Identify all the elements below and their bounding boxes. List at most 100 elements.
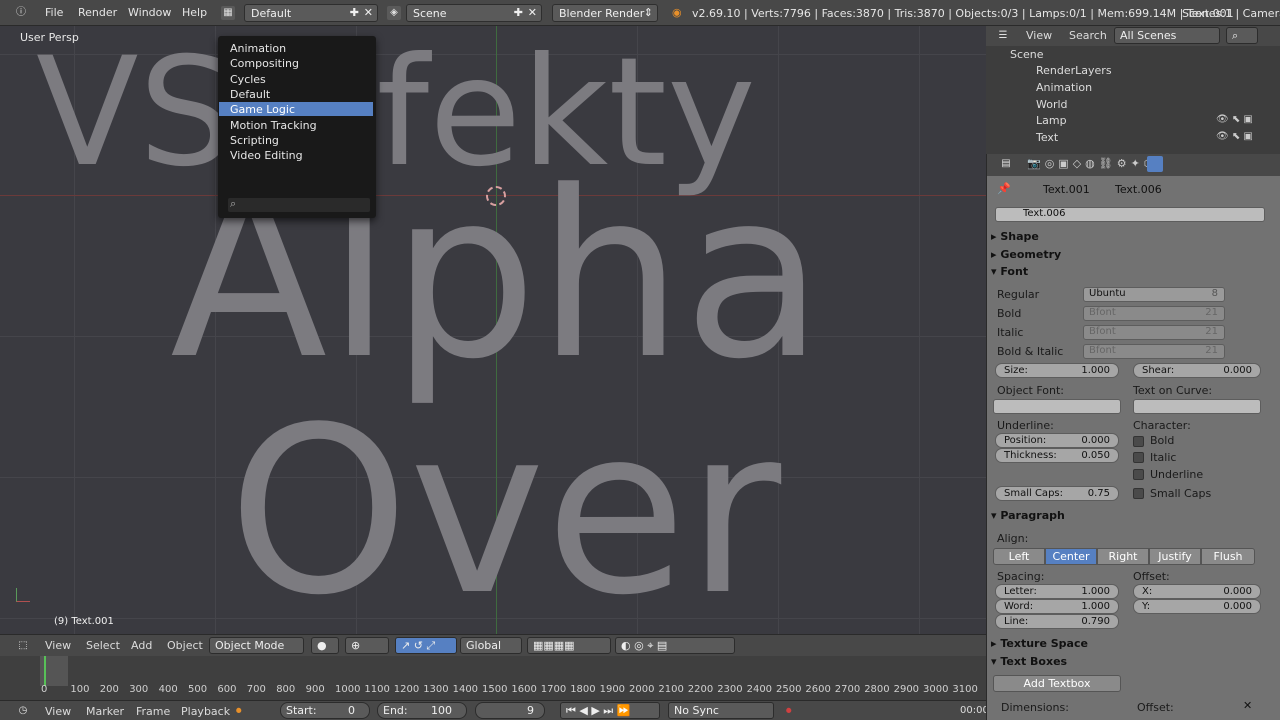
menu-render[interactable]: Render [78,6,117,19]
menu-window[interactable]: Window [128,6,171,19]
screen-layout-field[interactable]: Default ✚ ✕ [244,4,378,22]
layout-item-cycles[interactable]: Cycles [230,73,266,86]
scene-field[interactable]: Scene ✚ ✕ [406,4,542,22]
outliner-search-menu[interactable]: Search [1069,29,1107,42]
editor-type-icon[interactable]: ▤ [999,157,1013,171]
orientation-select[interactable]: Global [460,637,522,654]
end-frame-field[interactable]: End: 100 [377,702,467,719]
properties-editor[interactable]: ▤ 📷◎▣◇◍⛓⚙✦⬡ 📌 Text.001 Text.006 Text.006… [986,154,1280,720]
outliner-item-renderlayers[interactable]: RenderLayers [1036,64,1112,77]
align-right-button[interactable]: Right [1097,548,1149,565]
layout-item-motion-tracking[interactable]: Motion Tracking [230,119,317,132]
outliner-item-lamp[interactable]: Lamp [1036,114,1067,127]
font-bold-field[interactable]: Bfont 21 [1083,306,1225,321]
menu-search-field[interactable]: ⌕ [228,197,370,212]
section-shape[interactable]: ▸ Shape [991,230,1277,248]
font-regular-field[interactable]: Ubuntu 8 [1083,287,1225,302]
align-flush-button[interactable]: Flush [1201,548,1255,565]
snap-controls[interactable]: ◐ ◎ ⌖ ▤ [615,637,735,654]
section-font[interactable]: ▾ Font [991,265,1277,283]
mode-select[interactable]: Object Mode [209,637,304,654]
3d-viewport[interactable]: User Persp VS Efekty Alpha Over (9) Text… [0,26,986,634]
layers-grid[interactable]: ▦▦▦▦ [527,637,611,654]
menu-help[interactable]: Help [182,6,207,19]
position-field[interactable]: Position: 0.000 [995,433,1119,448]
add-icon[interactable]: ✚ [350,6,359,19]
current-frame-field[interactable]: 9 [475,702,545,719]
align-justify-button[interactable]: Justify [1149,548,1201,565]
3d-cursor-icon[interactable] [486,186,506,206]
layout-item-animation[interactable]: Animation [230,42,286,55]
layout-item-default[interactable]: Default [230,88,270,101]
autokey-icon[interactable]: ⏺ [786,704,792,718]
letter-field[interactable]: Letter: 1.000 [995,584,1119,599]
tl-view-menu[interactable]: View [45,705,71,718]
layout-item-video-editing[interactable]: Video Editing [230,149,303,162]
pivot-select[interactable]: ⊕ [345,637,389,654]
add-menu[interactable]: Add [131,639,152,652]
add-textbox-button[interactable]: Add Textbox [993,675,1121,692]
offset-y-field[interactable]: Y: 0.000 [1133,599,1261,614]
shading-select[interactable]: ● [311,637,339,654]
view-menu[interactable]: View [45,639,71,652]
section-text-boxes[interactable]: ▾ Text Boxes [991,655,1277,673]
outliner-item-animation[interactable]: Animation [1036,81,1092,94]
tl-marker-menu[interactable]: Marker [86,705,124,718]
size-field[interactable]: Size: 1.000 [995,363,1119,378]
bold-checkbox[interactable] [1133,436,1144,447]
section-texture-space[interactable]: ▸ Texture Space [991,637,1277,655]
small-caps-field[interactable]: Small Caps: 0.75 [995,486,1119,501]
current-frame-line[interactable] [44,656,46,686]
small-caps-checkbox[interactable] [1133,488,1144,499]
manipulator-toggle[interactable]: ↗ ↺ ⤢ [395,637,457,654]
sync-select[interactable]: No Sync [668,702,774,719]
font-bolditalic-field[interactable]: Bfont 21 [1083,344,1225,359]
section-geometry[interactable]: ▸ Geometry [991,248,1277,266]
outliner-item-world[interactable]: World [1036,98,1068,111]
object-menu[interactable]: Object [167,639,203,652]
editor-type-icon[interactable]: ⬚ [16,639,30,653]
editor-type-icon[interactable]: ◷ [16,704,30,718]
underline-checkbox[interactable] [1133,469,1144,480]
align-center-button[interactable]: Center [1045,548,1097,565]
render-engine-select[interactable]: Blender Render ⇕ [552,4,658,22]
outliner[interactable]: ☰ View Search All Scenes ⌕ Scene RenderL… [986,26,1280,154]
screen-layout-icon[interactable]: ▦ [221,6,235,20]
pin-icon[interactable]: 📌 [997,182,1011,195]
context-tabs[interactable]: 📷◎▣◇◍⛓⚙✦⬡ [1027,157,1157,170]
datablock-field[interactable]: Text.006 [995,207,1265,222]
line-field[interactable]: Line: 0.790 [995,614,1119,629]
add-icon[interactable]: ✚ [514,6,523,19]
align-left-button[interactable]: Left [993,548,1045,565]
remove-textbox-icon[interactable]: ✕ [1243,699,1252,712]
section-paragraph[interactable]: ▾ Paragraph [991,509,1277,527]
outliner-search-icon[interactable]: ⌕ [1226,27,1258,44]
offset-x-field[interactable]: X: 0.000 [1133,584,1261,599]
editor-type-icon[interactable]: ☰ [996,29,1010,43]
editor-type-icon[interactable]: ⓘ [14,6,28,20]
outliner-item-scene[interactable]: Scene [1010,48,1044,61]
thickness-field[interactable]: Thickness: 0.050 [995,448,1119,463]
select-menu[interactable]: Select [86,639,120,652]
text-on-curve-field[interactable] [1133,399,1261,414]
object-font-field[interactable] [993,399,1121,414]
italic-checkbox[interactable] [1133,452,1144,463]
close-icon[interactable]: ✕ [528,6,537,19]
shear-field[interactable]: Shear: 0.000 [1133,363,1261,378]
font-tab-active[interactable] [1147,156,1163,172]
scene-icon[interactable]: ◈ [387,6,401,20]
outliner-filter-select[interactable]: All Scenes [1114,27,1220,44]
layout-item-scripting[interactable]: Scripting [230,134,279,147]
playback-controls[interactable]: ⏮ ◀ ▶ ⏭ ⏩ [560,702,660,719]
start-frame-field[interactable]: Start: 0 [280,702,370,719]
visibility-icons[interactable]: 👁 ⬉ ▣ [1216,131,1253,142]
close-icon[interactable]: ✕ [364,6,373,19]
outliner-view-menu[interactable]: View [1026,29,1052,42]
font-italic-field[interactable]: Bfont 21 [1083,325,1225,340]
menu-file[interactable]: File [45,6,63,19]
layout-item-compositing[interactable]: Compositing [230,57,299,70]
visibility-icons[interactable]: 👁 ⬉ ▣ [1216,114,1253,125]
layout-item-game-logic[interactable]: Game Logic [230,103,295,116]
tl-frame-menu[interactable]: Frame [136,705,170,718]
word-field[interactable]: Word: 1.000 [995,599,1119,614]
